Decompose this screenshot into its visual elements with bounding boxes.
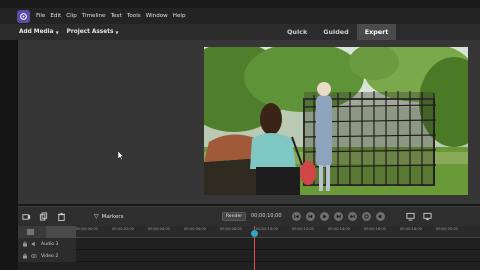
video-preview[interactable] [204, 47, 468, 195]
time-ruler[interactable]: 00;00;00;00 00;00;02;00 00;00;04;00 00;00;0… [76, 226, 480, 238]
ruler-tick-label: 00;00;06;00 [184, 227, 206, 231]
ruler-tick-label: 00;00;12;00 [292, 227, 314, 231]
play-icon [323, 214, 327, 219]
markers-label: Markers [101, 213, 124, 220]
loop-icon [364, 214, 369, 219]
track-options-icon[interactable] [27, 229, 34, 235]
menu-clip[interactable]: Clip [66, 13, 77, 19]
step-back-icon [308, 214, 313, 219]
ruler-tick-label: 00;00;04;00 [148, 227, 170, 231]
menu-bar: File Edit Clip Timeline Text Tools Windo… [0, 8, 480, 24]
timeline-control-bar: ▽ Markers Render 00;00;10;00 [18, 206, 480, 226]
lock-icon[interactable] [22, 253, 28, 259]
play-button[interactable] [320, 212, 329, 221]
chevron-down-icon: ▼ [115, 29, 119, 35]
monitor-icon[interactable] [406, 212, 415, 221]
timeline-header-tools [18, 226, 76, 238]
ruler-tick-label: 00;00;10;00 [256, 227, 278, 231]
current-timecode: 00;00;10;00 [251, 213, 282, 219]
track-header: Audio 3 [18, 238, 76, 250]
mute-button[interactable] [376, 212, 385, 221]
camera-icon[interactable] [22, 212, 31, 221]
step-forward-button[interactable] [334, 212, 343, 221]
ruler-tick-label: 00;00;02;00 [112, 227, 134, 231]
menu-timeline[interactable]: Timeline [82, 13, 106, 19]
project-assets-label: Project Assets [66, 29, 114, 35]
menu-edit[interactable]: Edit [50, 13, 61, 19]
timeline-zoom-area[interactable] [46, 226, 76, 238]
tab-guided[interactable]: Guided [315, 24, 356, 40]
step-forward-icon [336, 214, 341, 219]
menu-window[interactable]: Window [146, 13, 168, 19]
mouse-pointer-icon [118, 151, 124, 160]
mode-tabs: Quick Guided Expert [279, 24, 397, 40]
add-media-label: Add Media [19, 29, 54, 35]
top-toolbar: Add Media ▼ Project Assets ▼ Quick Guide… [0, 24, 480, 40]
menu-text[interactable]: Text [111, 13, 122, 19]
step-back-button[interactable] [306, 212, 315, 221]
add-media-dropdown[interactable]: Add Media ▼ [19, 29, 59, 35]
tab-expert[interactable]: Expert [356, 24, 397, 40]
ruler-tick-label: 00;00;18;00 [400, 227, 422, 231]
ruler-tick-label: 00;00;00;00 [76, 227, 98, 231]
project-assets-dropdown[interactable]: Project Assets ▼ [67, 29, 119, 35]
ruler-tick-label: 00;00;08;00 [220, 227, 242, 231]
loop-button[interactable] [362, 212, 371, 221]
timeline-panel: 00;00;00;00 00;00;02;00 00;00;04;00 00;00;0… [18, 226, 480, 270]
tab-quick[interactable]: Quick [279, 24, 315, 40]
track-audio-3[interactable]: Audio 3 [18, 238, 480, 250]
fullscreen-icon[interactable] [423, 212, 432, 221]
track-name: Audio 3 [41, 241, 59, 247]
menu-help[interactable]: Help [173, 13, 186, 19]
eye-icon[interactable] [31, 253, 37, 259]
lock-icon[interactable] [22, 241, 28, 247]
speaker-icon [378, 214, 382, 219]
skip-back-icon [294, 214, 299, 219]
render-button[interactable]: Render [222, 212, 246, 221]
menu-tools[interactable]: Tools [127, 13, 141, 19]
ruler-tick-label: 00;00;14;00 [328, 227, 350, 231]
marker-icon: ▽ [94, 213, 99, 220]
speaker-icon[interactable] [31, 241, 37, 247]
track-video-2[interactable]: Video 2 [18, 250, 480, 262]
ruler-tick-label: 00;00;16;00 [364, 227, 386, 231]
app-logo-icon [17, 9, 30, 23]
menu-file[interactable]: File [36, 13, 45, 19]
trash-icon[interactable] [57, 212, 66, 221]
playhead-handle[interactable] [251, 230, 258, 237]
chevron-down-icon: ▼ [55, 29, 59, 35]
video-frame-image [204, 47, 468, 195]
go-to-end-button[interactable] [348, 212, 357, 221]
markers-dropdown[interactable]: ▽ Markers [94, 213, 124, 220]
copy-clip-icon[interactable] [39, 212, 48, 221]
skip-forward-icon [350, 214, 355, 219]
go-to-start-button[interactable] [292, 212, 301, 221]
ruler-tick-label: 00;00;20;00 [436, 227, 458, 231]
left-panel-stripe [0, 40, 18, 270]
track-header: Video 2 [18, 250, 76, 262]
track-name: Video 2 [41, 253, 59, 259]
